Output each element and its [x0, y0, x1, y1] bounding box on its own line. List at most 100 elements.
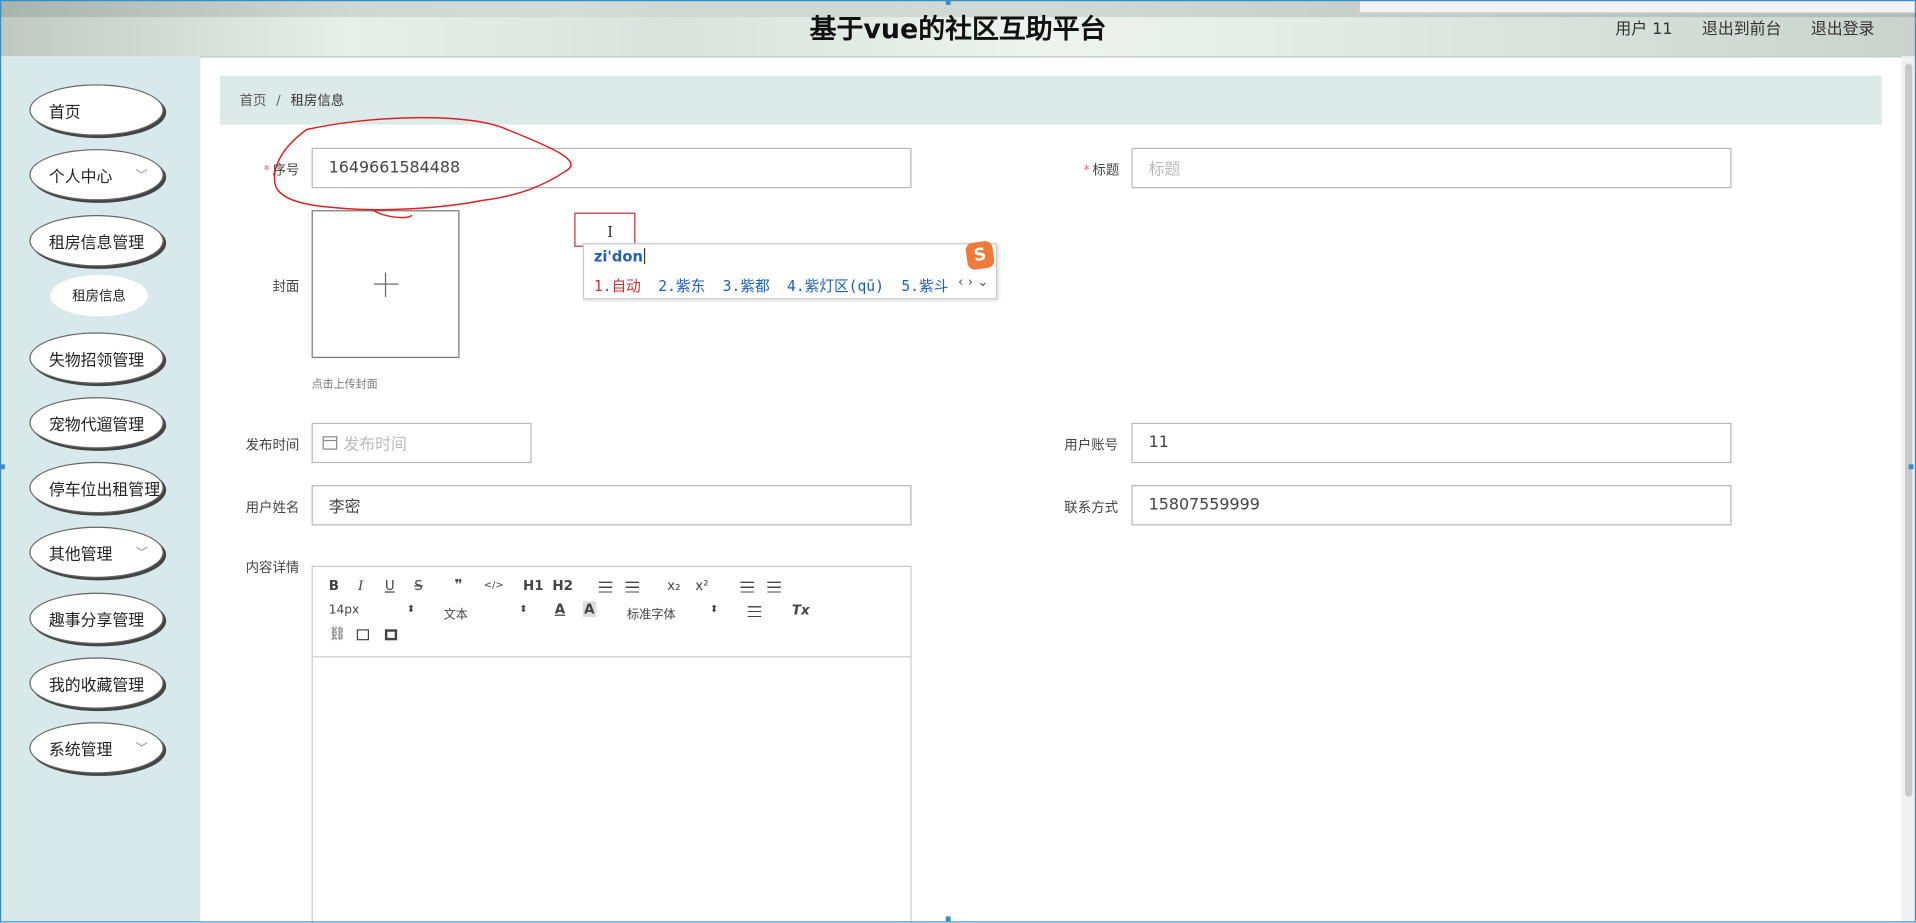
resize-handle[interactable]	[945, 916, 951, 922]
ime-candidate[interactable]: 2.紫东	[658, 277, 705, 294]
ime-page-nav[interactable]: ‹ › ⌄	[958, 274, 989, 290]
page-scrollbar[interactable]	[1901, 56, 1916, 923]
underline-button[interactable]: U	[385, 578, 395, 594]
cover-upload[interactable]	[311, 210, 460, 359]
sidebar-item-parking[interactable]: 停车位出租管理	[29, 461, 164, 514]
header-bar: 基于vue的社区互助平台 用户 11 退出到前台 退出登录	[0, 0, 1916, 58]
breadcrumb-home[interactable]: 首页	[240, 90, 267, 110]
sidebar-item-label: 系统管理	[48, 741, 113, 760]
chevron-down-icon: ﹀	[135, 742, 148, 757]
align-icon[interactable]	[747, 606, 762, 618]
sidebar-item-label: 租房信息	[72, 288, 126, 305]
sidebar-item-label: 失物招领管理	[48, 351, 145, 370]
serial-label: * 序号	[244, 160, 299, 180]
sidebar-item-fun-share[interactable]: 趣事分享管理	[29, 592, 164, 644]
sidebar-item-personal-center[interactable]: 个人中心 ﹀	[29, 149, 164, 201]
sidebar-item-label: 个人中心	[48, 168, 113, 187]
strike-button[interactable]: S	[414, 578, 423, 594]
title-input[interactable]: 标题	[1131, 147, 1732, 189]
sidebar-item-label: 我的收藏管理	[48, 676, 145, 695]
subscript-button[interactable]: x₂	[667, 578, 680, 594]
ime-candidates: 1.自动 2.紫东 3.紫都 4.紫灯区(qū) 5.紫斗	[594, 275, 957, 296]
account-label: 用户账号	[1064, 437, 1119, 454]
cover-upload-tip: 点击上传封面	[311, 378, 378, 392]
select-arrow-icon: ⬍	[519, 603, 528, 615]
name-input[interactable]: 李密	[311, 485, 912, 526]
font-select[interactable]: 标准字体 ⬍	[627, 604, 719, 622]
font-color-icon[interactable]: A	[555, 601, 565, 617]
contact-input[interactable]: 15807559999	[1131, 485, 1732, 526]
header-select-value: 文本	[443, 608, 469, 622]
logout-link[interactable]: 退出登录	[1811, 21, 1875, 39]
ime-candidate[interactable]: 3.紫都	[723, 277, 770, 294]
size-select-value: 14px	[328, 603, 360, 618]
sidebar-item-label: 趣事分享管理	[48, 611, 145, 630]
ime-candidate[interactable]: 5.紫斗	[901, 277, 948, 294]
publish-time-picker[interactable]: 发布时间	[311, 422, 532, 464]
publish-time-label: 发布时间	[245, 437, 300, 454]
breadcrumb: 首页 / 租房信息	[219, 75, 1882, 125]
ime-candidate[interactable]: 1.自动	[594, 277, 641, 294]
bullet-list-icon[interactable]	[625, 581, 640, 593]
h1-button[interactable]: H1	[523, 578, 544, 594]
serial-input[interactable]: 1649661584488	[311, 147, 912, 189]
back-to-front-link[interactable]: 退出到前台	[1702, 21, 1781, 39]
rich-text-editor: B I U S ❞ </> H1 H2 x₂ x² 14px ⬍ 文本 ⬍ A A …	[311, 565, 912, 923]
link-icon[interactable]: ⛓	[329, 626, 346, 642]
code-button[interactable]: </>	[484, 579, 504, 590]
account-value: 11	[1148, 433, 1169, 453]
select-arrow-icon: ⬍	[406, 603, 416, 615]
header-select[interactable]: 文本 ⬍	[444, 604, 530, 622]
editor-toolbar: B I U S ❞ </> H1 H2 x₂ x² 14px ⬍ 文本 ⬍ A A …	[312, 567, 911, 658]
font-select-value: 标准字体	[626, 608, 676, 622]
image-icon[interactable]	[356, 629, 370, 641]
sidebar-item-label: 其他管理	[48, 545, 113, 564]
resize-handle[interactable]	[945, 0, 951, 5]
indent-icon[interactable]	[767, 581, 781, 593]
ordered-list-icon[interactable]	[598, 581, 613, 593]
sidebar-item-home[interactable]: 首页	[29, 84, 164, 136]
h2-button[interactable]: H2	[552, 578, 573, 594]
plus-icon	[373, 271, 398, 297]
resize-handle[interactable]	[0, 464, 5, 470]
required-mark: *	[263, 162, 271, 179]
sidebar-item-favorites[interactable]: 我的收藏管理	[29, 657, 164, 709]
size-select[interactable]: 14px ⬍	[329, 604, 415, 617]
header-links: 用户 11 退出到前台 退出登录	[1591, 16, 1874, 39]
sidebar-item-lost-found[interactable]: 失物招领管理	[29, 332, 164, 384]
bold-button[interactable]: B	[329, 578, 339, 594]
title-label-text: 标题	[1092, 162, 1120, 179]
required-mark: *	[1083, 162, 1090, 179]
cover-label: 封面	[272, 278, 300, 295]
resize-handle[interactable]	[1908, 464, 1914, 470]
sidebar-item-label: 宠物代遛管理	[48, 416, 145, 435]
sidebar-item-system[interactable]: 系统管理 ﹀	[29, 722, 164, 774]
text-cursor-icon: I	[607, 223, 614, 241]
account-input[interactable]: 11	[1131, 422, 1732, 464]
sidebar-item-rental-management[interactable]: 租房信息管理	[29, 215, 164, 267]
ime-input-text: zi'don	[594, 248, 646, 265]
scrollbar-thumb[interactable]	[1905, 63, 1913, 797]
background-color-icon[interactable]: A	[582, 601, 596, 618]
sidebar-item-label: 租房信息管理	[48, 234, 145, 253]
video-icon[interactable]	[384, 629, 398, 641]
publish-time-placeholder: 发布时间	[343, 436, 407, 455]
sidebar-item-pet-walking[interactable]: 宠物代遛管理	[29, 397, 164, 449]
chevron-down-icon: ﹀	[135, 547, 148, 561]
name-value: 李密	[328, 498, 361, 517]
clean-format-button[interactable]: Tx	[792, 602, 810, 618]
editor-content-area[interactable]	[313, 657, 911, 922]
outdent-icon[interactable]	[740, 581, 754, 593]
sidebar-subitem-rental-info[interactable]: 租房信息	[50, 274, 148, 317]
app-window: 基于vue的社区互助平台 用户 11 退出到前台 退出登录 首页 个人中心 ﹀ 租…	[0, 0, 1916, 923]
title-placeholder: 标题	[1148, 161, 1181, 180]
ime-candidate[interactable]: 4.紫灯区(qū)	[787, 277, 884, 294]
serial-value: 1649661584488	[328, 158, 461, 178]
serial-label-text: 序号	[272, 162, 300, 179]
sidebar-item-other[interactable]: 其他管理 ﹀	[29, 526, 164, 578]
italic-button[interactable]: I	[358, 578, 363, 594]
superscript-button[interactable]: x²	[695, 578, 708, 594]
blockquote-button[interactable]: ❞	[455, 577, 463, 593]
ime-candidate-window[interactable]: zi'don S 1.自动 2.紫东 3.紫都 4.紫灯区(qū) 5.紫斗 ‹…	[582, 240, 998, 300]
contact-label: 联系方式	[1064, 499, 1119, 516]
